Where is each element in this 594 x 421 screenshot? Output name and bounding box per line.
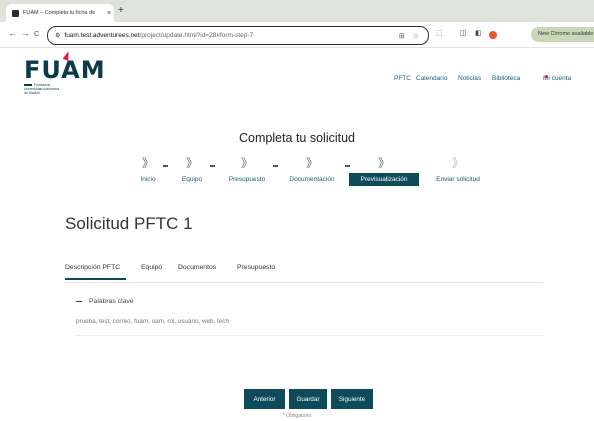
browser-tab-bar: FUAM – Completa tu ficha de × + bbox=[0, 0, 594, 22]
collapse-minus-icon bbox=[76, 300, 82, 303]
step-separator bbox=[163, 165, 168, 167]
chevron-right-icon: 》 bbox=[377, 156, 390, 170]
logo-subtitle: Fundación Universidad Autónoma de Madrid bbox=[24, 83, 60, 95]
prev-button[interactable]: Anterior bbox=[244, 389, 285, 409]
site-settings-icon[interactable]: ⚙ bbox=[55, 32, 60, 39]
reader-icon[interactable]: ◫ bbox=[460, 29, 467, 37]
nav-item-calendario[interactable]: Calendario bbox=[416, 75, 447, 82]
step-inicio[interactable]: 》 Inicio bbox=[128, 156, 168, 183]
nav-item-noticias[interactable]: Noticias bbox=[458, 75, 481, 82]
url-path: /project/update.html?id=28#form-step-7 bbox=[139, 32, 254, 39]
tab-presupuesto[interactable]: Presupuesto bbox=[237, 264, 275, 271]
favicon-icon bbox=[12, 9, 19, 17]
chevron-right-icon: 》 bbox=[185, 156, 198, 170]
solicitud-tabs: Descripción PFTC Equipo Documentos Presu… bbox=[65, 262, 543, 283]
solicitud-title: Solicitud PFTC 1 bbox=[65, 214, 193, 233]
close-tab-icon[interactable]: × bbox=[104, 10, 114, 17]
step-previsualizacion[interactable]: 》 Previsualización bbox=[349, 156, 419, 186]
keywords-value: prueba, test, correo, fuam, uam, rol, us… bbox=[76, 318, 229, 325]
sidepanel-icon[interactable]: ◧ bbox=[475, 29, 482, 37]
step-presupuesto[interactable]: 》 Presupuesto bbox=[220, 156, 274, 183]
forward-icon[interactable]: → bbox=[21, 28, 30, 38]
back-icon[interactable]: ← bbox=[8, 28, 17, 38]
chevron-right-icon: 》 bbox=[141, 156, 154, 170]
translate-bookmark-icons[interactable]: ⊞ ☆ bbox=[399, 32, 422, 40]
tab-documentos[interactable]: Documentos bbox=[178, 264, 216, 271]
save-button[interactable]: Guardar bbox=[289, 389, 327, 409]
step-equipo[interactable]: 》 Equipo bbox=[172, 156, 212, 183]
profile-icon[interactable] bbox=[489, 31, 497, 39]
browser-toolbar: ← → C ⚙ fuam.test.adventurees.net/projec… bbox=[0, 22, 594, 48]
active-tab-indicator bbox=[65, 278, 126, 280]
keywords-section-toggle[interactable]: Palabras clave bbox=[76, 298, 134, 305]
fuam-logo[interactable]: FUAM Fundación Universidad Autónoma de M… bbox=[24, 50, 106, 95]
step-documentacion[interactable]: 》 Documentación bbox=[282, 156, 342, 183]
nav-item-biblioteca[interactable]: Biblioteca bbox=[492, 75, 520, 82]
step-separator bbox=[210, 165, 215, 167]
logo-wordmark: FUAM bbox=[24, 50, 106, 84]
chevron-right-icon: 》 bbox=[305, 156, 318, 170]
keywords-heading: Palabras clave bbox=[89, 298, 134, 305]
next-button[interactable]: Siguiente bbox=[331, 389, 373, 409]
tab-descripcion[interactable]: Descripción PFTC bbox=[65, 264, 120, 271]
chevron-right-icon: 》 bbox=[240, 156, 253, 170]
nav-item-pftc[interactable]: PFTC bbox=[394, 75, 411, 82]
tab-equipo[interactable]: Equipo bbox=[141, 264, 162, 271]
step-enviar-solicitud[interactable]: 》 Enviar solicitud bbox=[426, 156, 490, 183]
site-header: FUAM Fundación Universidad Autónoma de M… bbox=[0, 48, 594, 98]
extensions-icon[interactable]: ⬚ bbox=[436, 29, 443, 37]
chevron-right-icon: 》 bbox=[451, 156, 464, 170]
divider bbox=[76, 335, 544, 336]
required-note: * Obligatorio bbox=[282, 413, 312, 419]
url-host: fuam.test.adventurees.net bbox=[64, 32, 140, 39]
address-bar[interactable]: ⚙ fuam.test.adventurees.net/project/upda… bbox=[47, 26, 429, 45]
chrome-update-badge[interactable]: New Chrome available bbox=[531, 27, 594, 42]
page-title: Completa tu solicitud bbox=[238, 131, 356, 145]
browser-tab-title: FUAM – Completa tu ficha de bbox=[23, 10, 96, 16]
new-tab-button[interactable]: + bbox=[118, 5, 124, 16]
browser-tab[interactable]: FUAM – Completa tu ficha de × bbox=[6, 4, 114, 22]
step-separator bbox=[273, 165, 278, 167]
reload-icon[interactable]: C bbox=[34, 29, 39, 38]
notification-dot bbox=[545, 75, 548, 78]
